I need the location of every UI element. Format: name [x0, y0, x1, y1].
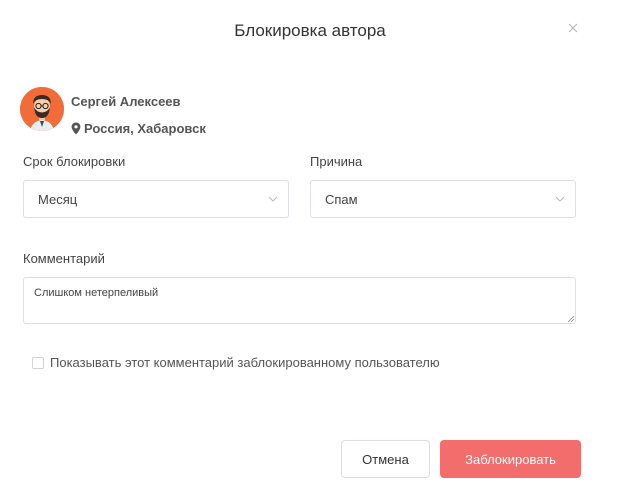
- author-name: Сергей Алексеев: [71, 94, 181, 109]
- dialog-title: Блокировка автора: [234, 21, 386, 40]
- close-icon[interactable]: [565, 20, 581, 36]
- comment-label: Комментарий: [23, 251, 105, 266]
- duration-value: Месяц: [38, 192, 78, 207]
- avatar: [20, 87, 64, 131]
- comment-textarea[interactable]: Слишком нетерпеливый: [23, 277, 576, 324]
- bearded-man-avatar-icon: [20, 87, 64, 131]
- duration-label: Срок блокировки: [23, 154, 126, 169]
- reason-value: Спам: [325, 192, 358, 207]
- resize-grip-icon[interactable]: [567, 315, 575, 323]
- author-location: Россия, Хабаровск: [71, 121, 206, 136]
- cancel-button[interactable]: Отмена: [341, 440, 430, 478]
- author-location-text: Россия, Хабаровск: [84, 121, 206, 136]
- duration-select[interactable]: Месяц: [23, 180, 289, 218]
- show-comment-checkbox[interactable]: [32, 357, 44, 369]
- reason-label: Причина: [310, 154, 363, 169]
- block-author-dialog: Блокировка автора Сергей Алексеев Россия…: [0, 0, 620, 496]
- chevron-down-icon: [268, 196, 278, 202]
- chevron-down-icon: [555, 196, 565, 202]
- map-pin-icon: [71, 122, 81, 135]
- show-comment-label[interactable]: Показывать этот комментарий заблокирован…: [50, 355, 440, 370]
- reason-select[interactable]: Спам: [310, 180, 576, 218]
- block-button[interactable]: Заблокировать: [440, 440, 581, 478]
